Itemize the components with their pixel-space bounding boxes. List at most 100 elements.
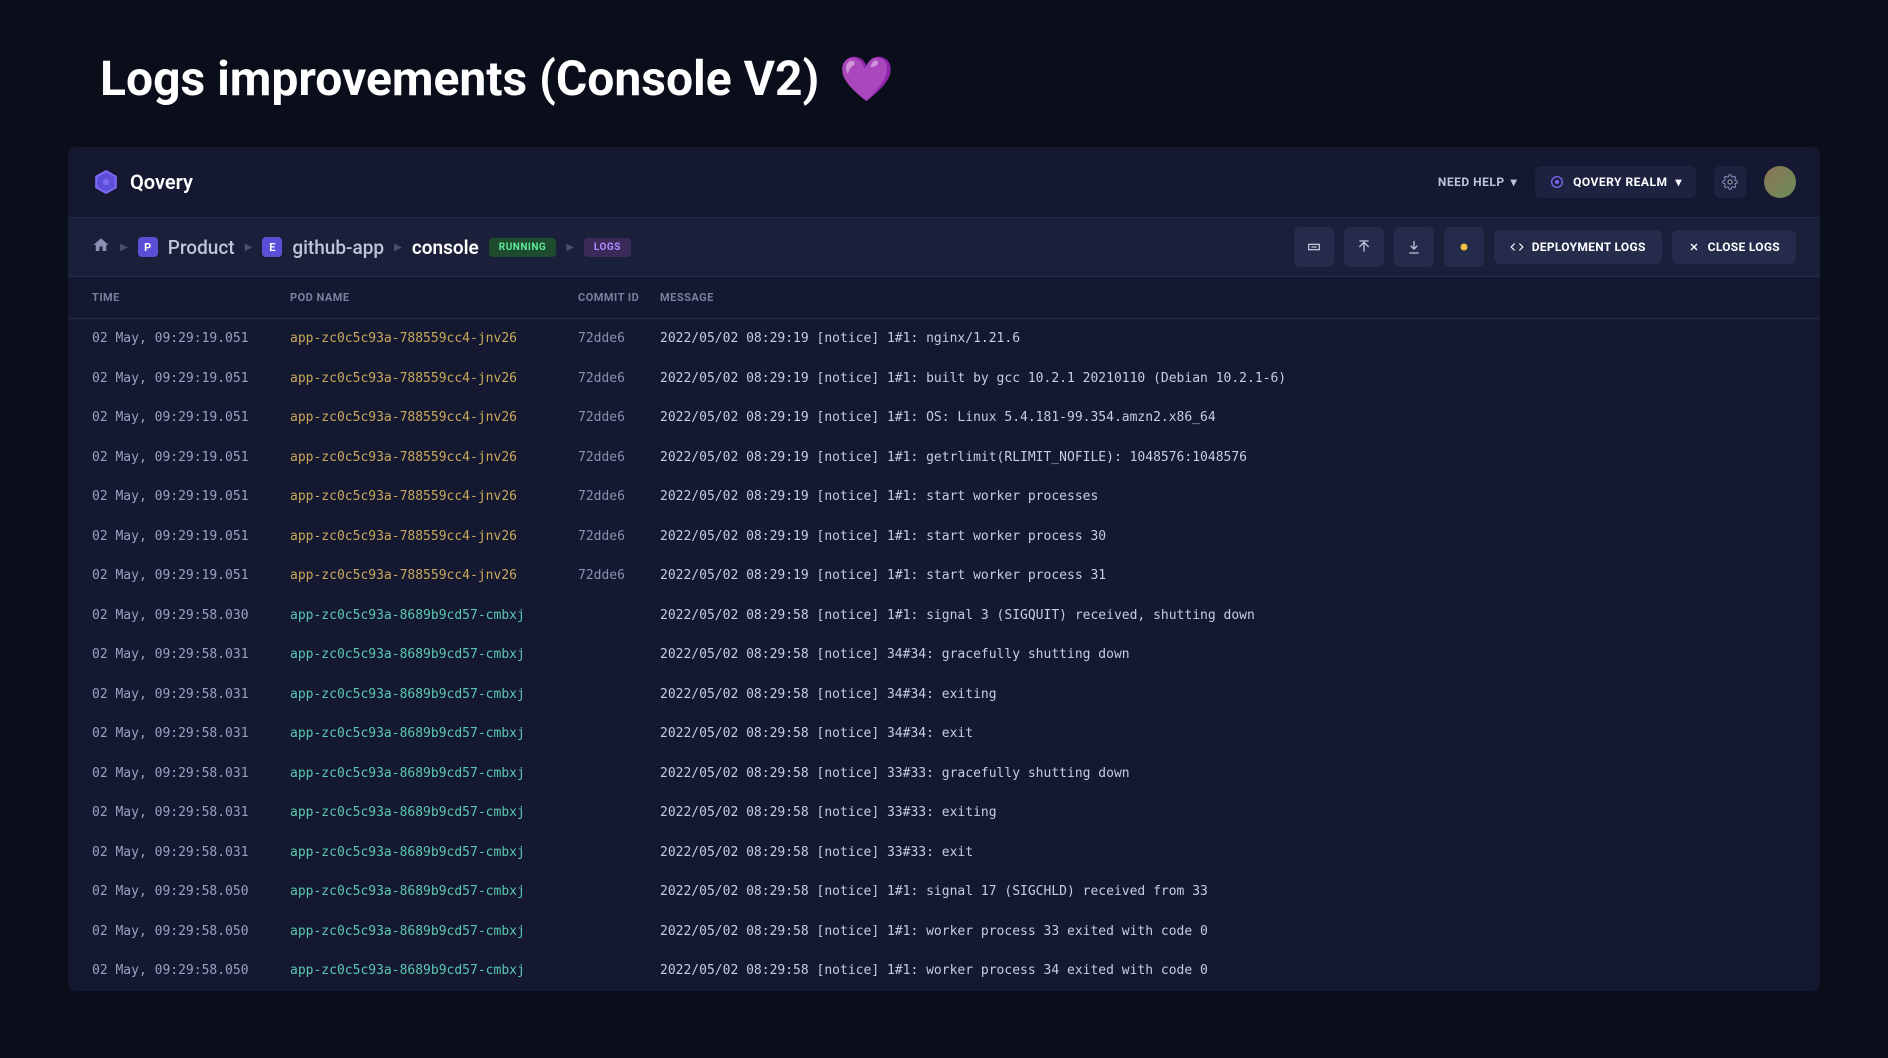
close-logs-button[interactable]: CLOSE LOGS <box>1672 230 1796 264</box>
status-badge: RUNNING <box>489 238 556 257</box>
log-row[interactable]: 02 May, 09:29:58.050app-zc0c5c93a-8689b9… <box>68 872 1820 912</box>
breadcrumb-separator: ▶ <box>120 242 128 253</box>
log-pod: app-zc0c5c93a-788559cc4-jnv26 <box>290 408 578 428</box>
log-commit <box>578 803 660 823</box>
log-row[interactable]: 02 May, 09:29:58.050app-zc0c5c93a-8689b9… <box>68 912 1820 952</box>
log-row[interactable]: 02 May, 09:29:58.031app-zc0c5c93a-8689b9… <box>68 635 1820 675</box>
log-message: 2022/05/02 08:29:58 [notice] 1#1: signal… <box>660 606 1796 626</box>
column-pod: POD NAME <box>290 291 578 304</box>
collapse-icon <box>1306 239 1322 255</box>
status-indicator-button[interactable] <box>1444 227 1484 267</box>
log-message: 2022/05/02 08:29:58 [notice] 33#33: exit <box>660 843 1796 863</box>
column-message: MESSAGE <box>660 291 1796 304</box>
log-row[interactable]: 02 May, 09:29:19.051app-zc0c5c93a-788559… <box>68 477 1820 517</box>
scroll-top-button[interactable] <box>1344 227 1384 267</box>
log-time: 02 May, 09:29:58.031 <box>92 685 290 705</box>
log-time: 02 May, 09:29:19.051 <box>92 487 290 507</box>
log-message: 2022/05/02 08:29:58 [notice] 34#34: exit… <box>660 685 1796 705</box>
log-commit <box>578 764 660 784</box>
log-row[interactable]: 02 May, 09:29:58.050app-zc0c5c93a-8689b9… <box>68 951 1820 991</box>
log-commit <box>578 645 660 665</box>
log-commit: 72dde6 <box>578 408 660 428</box>
log-commit <box>578 882 660 902</box>
chevron-down-icon: ▾ <box>1511 175 1518 189</box>
log-commit: 72dde6 <box>578 448 660 468</box>
heart-icon: 💜 <box>839 53 894 105</box>
breadcrumb: ▶ P Product ▶ E github-app ▶ console RUN… <box>92 236 631 259</box>
header-right: NEED HELP ▾ QOVERY REALM ▾ <box>1438 166 1796 198</box>
deployment-logs-button[interactable]: DEPLOYMENT LOGS <box>1494 230 1662 264</box>
log-pod: app-zc0c5c93a-788559cc4-jnv26 <box>290 487 578 507</box>
log-commit <box>578 922 660 942</box>
log-row[interactable]: 02 May, 09:29:58.031app-zc0c5c93a-8689b9… <box>68 793 1820 833</box>
breadcrumb-separator: ▶ <box>394 242 402 253</box>
log-commit: 72dde6 <box>578 329 660 349</box>
log-time: 02 May, 09:29:19.051 <box>92 527 290 547</box>
log-table: TIME POD NAME COMMIT ID MESSAGE 02 May, … <box>68 277 1820 991</box>
column-time: TIME <box>92 291 290 304</box>
log-row[interactable]: 02 May, 09:29:19.051app-zc0c5c93a-788559… <box>68 438 1820 478</box>
log-pod: app-zc0c5c93a-8689b9cd57-cmbxj <box>290 961 578 981</box>
log-time: 02 May, 09:29:58.031 <box>92 724 290 744</box>
log-message: 2022/05/02 08:29:58 [notice] 34#34: grac… <box>660 645 1796 665</box>
log-row[interactable]: 02 May, 09:29:19.051app-zc0c5c93a-788559… <box>68 398 1820 438</box>
code-icon <box>1510 240 1524 254</box>
breadcrumb-separator: ▶ <box>566 242 574 253</box>
log-message: 2022/05/02 08:29:19 [notice] 1#1: OS: Li… <box>660 408 1796 428</box>
log-row[interactable]: 02 May, 09:29:19.051app-zc0c5c93a-788559… <box>68 556 1820 596</box>
app-window: Qovery NEED HELP ▾ QOVERY REALM ▾ ▶ P <box>68 147 1820 991</box>
log-row[interactable]: 02 May, 09:29:19.051app-zc0c5c93a-788559… <box>68 319 1820 359</box>
log-time: 02 May, 09:29:58.031 <box>92 645 290 665</box>
log-row[interactable]: 02 May, 09:29:58.031app-zc0c5c93a-8689b9… <box>68 675 1820 715</box>
dot-icon <box>1457 240 1471 254</box>
deployment-logs-label: DEPLOYMENT LOGS <box>1532 240 1646 254</box>
log-time: 02 May, 09:29:58.030 <box>92 606 290 626</box>
realm-label: QOVERY REALM <box>1573 175 1667 189</box>
log-message: 2022/05/02 08:29:58 [notice] 1#1: worker… <box>660 922 1796 942</box>
log-commit <box>578 843 660 863</box>
log-commit: 72dde6 <box>578 487 660 507</box>
log-message: 2022/05/02 08:29:19 [notice] 1#1: nginx/… <box>660 329 1796 349</box>
log-pod: app-zc0c5c93a-788559cc4-jnv26 <box>290 566 578 586</box>
log-time: 02 May, 09:29:58.031 <box>92 803 290 823</box>
user-avatar[interactable] <box>1764 166 1796 198</box>
log-time: 02 May, 09:29:58.050 <box>92 882 290 902</box>
realm-icon <box>1549 174 1565 190</box>
close-logs-label: CLOSE LOGS <box>1708 240 1780 254</box>
log-pod: app-zc0c5c93a-8689b9cd57-cmbxj <box>290 803 578 823</box>
log-row[interactable]: 02 May, 09:29:19.051app-zc0c5c93a-788559… <box>68 517 1820 557</box>
realm-selector[interactable]: QOVERY REALM ▾ <box>1535 166 1696 198</box>
log-row[interactable]: 02 May, 09:29:19.051app-zc0c5c93a-788559… <box>68 359 1820 399</box>
logo[interactable]: Qovery <box>92 168 193 196</box>
log-row[interactable]: 02 May, 09:29:58.031app-zc0c5c93a-8689b9… <box>68 714 1820 754</box>
log-pod: app-zc0c5c93a-8689b9cd57-cmbxj <box>290 922 578 942</box>
logo-text: Qovery <box>130 170 193 194</box>
log-message: 2022/05/02 08:29:58 [notice] 33#33: exit… <box>660 803 1796 823</box>
breadcrumb-product[interactable]: Product <box>168 236 235 259</box>
log-pod: app-zc0c5c93a-8689b9cd57-cmbxj <box>290 882 578 902</box>
home-icon[interactable] <box>92 236 110 258</box>
qovery-logo-icon <box>92 168 120 196</box>
need-help-button[interactable]: NEED HELP ▾ <box>1438 175 1517 189</box>
log-pod: app-zc0c5c93a-788559cc4-jnv26 <box>290 369 578 389</box>
column-commit: COMMIT ID <box>578 291 660 304</box>
breadcrumb-github-app[interactable]: github-app <box>292 236 384 259</box>
log-pod: app-zc0c5c93a-8689b9cd57-cmbxj <box>290 764 578 784</box>
log-rows: 02 May, 09:29:19.051app-zc0c5c93a-788559… <box>68 319 1820 991</box>
log-message: 2022/05/02 08:29:58 [notice] 1#1: worker… <box>660 961 1796 981</box>
log-pod: app-zc0c5c93a-8689b9cd57-cmbxj <box>290 645 578 665</box>
breadcrumb-separator: ▶ <box>245 242 253 253</box>
log-row[interactable]: 02 May, 09:29:58.030app-zc0c5c93a-8689b9… <box>68 596 1820 636</box>
arrow-up-icon <box>1356 239 1372 255</box>
collapse-button[interactable] <box>1294 227 1334 267</box>
download-button[interactable] <box>1394 227 1434 267</box>
log-commit <box>578 961 660 981</box>
log-commit: 72dde6 <box>578 566 660 586</box>
log-row[interactable]: 02 May, 09:29:58.031app-zc0c5c93a-8689b9… <box>68 754 1820 794</box>
page-title-text: Logs improvements (Console V2) <box>100 50 819 107</box>
log-commit: 72dde6 <box>578 369 660 389</box>
log-pod: app-zc0c5c93a-8689b9cd57-cmbxj <box>290 843 578 863</box>
breadcrumb-console[interactable]: console <box>412 236 479 259</box>
log-row[interactable]: 02 May, 09:29:58.031app-zc0c5c93a-8689b9… <box>68 833 1820 873</box>
settings-button[interactable] <box>1714 166 1746 198</box>
